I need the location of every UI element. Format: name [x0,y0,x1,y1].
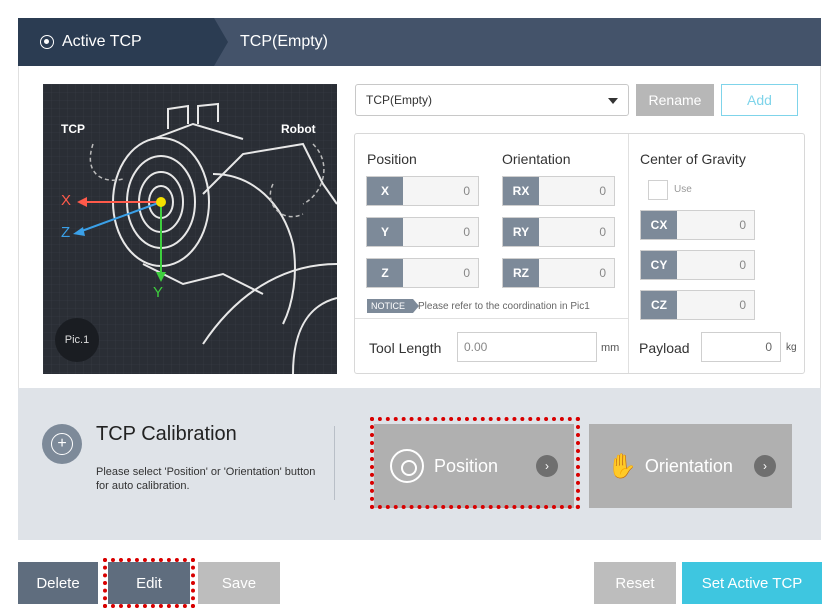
calibration-icon: + [42,424,82,464]
tcp-select-value: TCP(Empty) [366,93,432,107]
cog-cz-field[interactable]: CZ 0 [640,290,755,320]
axis-x-label: X [61,192,72,209]
calibration-title: TCP Calibration [96,423,237,445]
orientation-calibration-label: Orientation [644,455,733,476]
orientation-calibration-button[interactable]: ✋ Orientation › [589,424,792,508]
orientation-rz-field[interactable]: RZ 0 [502,258,615,288]
payload-label: Payload [639,340,690,356]
use-checkbox[interactable] [648,180,668,200]
notice-text: Please refer to the coordination in Pic1 [418,300,590,312]
tcp-diagram: TCP Robot X Y Z Pic.1 [43,84,337,374]
chevron-right-icon: › [754,455,776,477]
tcp-header: Active TCP TCP(Empty) [18,18,821,66]
set-active-tcp-button[interactable]: Set Active TCP [682,562,822,604]
hand-rotate-icon: ✋ [607,452,637,480]
position-x-field[interactable]: X 0 [366,176,479,206]
field-label: CX [641,211,677,239]
position-y-field[interactable]: Y 0 [366,217,479,247]
tool-length-label: Tool Length [369,340,442,356]
position-title: Position [367,151,417,167]
field-label: X [367,177,403,205]
tcp-name-tab: TCP(Empty) [240,33,328,50]
radio-icon [40,35,54,49]
payload-input[interactable]: 0 [701,332,781,362]
tab-active-tcp[interactable]: Active TCP [18,18,228,66]
tcp-settings-panel: TCP Robot X Y Z Pic.1 TCP(Empty) Rename … [18,66,821,388]
robot-label: Robot [281,122,316,136]
chevron-down-icon [608,98,618,104]
field-value: 0 [739,298,746,312]
field-label: RX [503,177,539,205]
field-value: 0 [599,225,606,239]
cog-title: Center of Gravity [640,151,746,167]
use-label: Use [674,184,692,195]
tool-length-unit: mm [601,342,620,354]
field-value: 0 [463,184,470,198]
tcp-select[interactable]: TCP(Empty) [355,84,629,116]
highlight-box [103,558,195,608]
cog-cx-field[interactable]: CX 0 [640,210,755,240]
coordinates-box: Position Orientation Center of Gravity X… [354,133,805,374]
notice: NOTICE Please refer to the coordination … [367,299,590,313]
orientation-title: Orientation [502,151,571,167]
field-label: RY [503,218,539,246]
field-value: 0 [739,258,746,272]
cog-cy-field[interactable]: CY 0 [640,250,755,280]
reset-button[interactable]: Reset [594,562,676,604]
field-value: 0 [463,266,470,280]
field-value: 0 [599,266,606,280]
notice-badge: NOTICE [367,299,420,313]
pic-badge: Pic.1 [55,318,99,362]
field-label: RZ [503,259,539,287]
payload-unit: kg [786,342,797,353]
orientation-ry-field[interactable]: RY 0 [502,217,615,247]
calibration-description: Please select 'Position' or 'Orientation… [96,466,316,492]
tool-length-input[interactable]: 0.00 [457,332,597,362]
field-label: Y [367,218,403,246]
field-label: CY [641,251,677,279]
add-button[interactable]: Add [721,84,798,116]
axis-y-label: Y [153,284,164,301]
field-value: 0 [463,225,470,239]
axis-z-label: Z [61,224,71,241]
delete-button[interactable]: Delete [18,562,98,604]
divider [628,134,629,373]
field-label: CZ [641,291,677,319]
field-value: 0 [739,218,746,232]
position-z-field[interactable]: Z 0 [366,258,479,288]
divider [355,318,628,319]
save-button[interactable]: Save [198,562,280,604]
rename-button[interactable]: Rename [636,84,714,116]
highlight-box [370,417,580,509]
divider [334,426,335,500]
tcp-calibration-panel: + TCP Calibration Please select 'Positio… [18,388,821,540]
field-value: 0 [599,184,606,198]
orientation-rx-field[interactable]: RX 0 [502,176,615,206]
field-label: Z [367,259,403,287]
tcp-label: TCP [61,122,85,136]
tab-active-tcp-label: Active TCP [62,33,142,50]
